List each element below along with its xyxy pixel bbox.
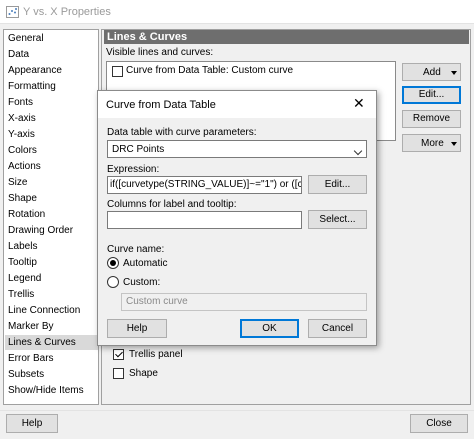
visible-lines-label: Visible lines and curves: — [106, 47, 214, 58]
chevron-down-icon — [353, 146, 363, 156]
footer-divider — [0, 410, 474, 411]
add-button[interactable]: Add — [402, 63, 461, 81]
nav-item-actions[interactable]: Actions — [8, 159, 98, 174]
custom-name-field[interactable]: Custom curve — [121, 293, 367, 311]
data-table-value: DRC Points — [112, 144, 165, 155]
nav-item-formatting[interactable]: Formatting — [8, 79, 98, 94]
shape-checkbox[interactable] — [113, 368, 124, 379]
dialog-title: Curve from Data Table — [106, 99, 216, 111]
data-table-label: Data table with curve parameters: — [107, 127, 257, 138]
nav-item-colors[interactable]: Colors — [8, 143, 98, 158]
close-button[interactable]: Close — [410, 414, 468, 433]
chevron-down-icon — [451, 71, 457, 75]
window-title: Y vs. X Properties — [23, 6, 111, 18]
more-button-label: More — [421, 138, 444, 149]
help-button[interactable]: Help — [6, 414, 58, 433]
automatic-radio[interactable] — [107, 257, 119, 269]
nav-item-show-hide-items[interactable]: Show/Hide Items — [8, 383, 98, 398]
cancel-button[interactable]: Cancel — [308, 319, 367, 338]
nav-item-x-axis[interactable]: X-axis — [8, 111, 98, 126]
columns-label: Columns for label and tooltip: — [107, 199, 237, 210]
expression-label: Expression: — [107, 164, 160, 175]
nav-item-drawing-order[interactable]: Drawing Order — [8, 223, 98, 238]
nav-item-appearance[interactable]: Appearance — [8, 63, 98, 78]
expression-field[interactable]: if([curvetype(STRING_VALUE)]~="1") or ([… — [107, 176, 302, 194]
curve-visible-checkbox[interactable] — [112, 66, 123, 77]
nav-item-lines-curves[interactable]: Lines & Curves — [5, 335, 98, 350]
automatic-label: Automatic — [123, 258, 168, 269]
section-header: Lines & Curves — [104, 30, 469, 44]
data-table-select[interactable]: DRC Points — [107, 140, 367, 158]
remove-button[interactable]: Remove — [402, 110, 461, 128]
curve-name-label: Curve name: — [107, 244, 165, 255]
trellis-panel-checkbox[interactable] — [113, 349, 124, 360]
window-titlebar: Y vs. X Properties — [0, 0, 474, 24]
nav-item-shape[interactable]: Shape — [8, 191, 98, 206]
nav-item-rotation[interactable]: Rotation — [8, 207, 98, 222]
nav-item-tooltip[interactable]: Tooltip — [8, 255, 98, 270]
columns-field[interactable] — [107, 211, 302, 229]
nav-item-data[interactable]: Data — [8, 47, 98, 62]
scatter-plot-icon — [6, 6, 19, 18]
dialog-titlebar: Curve from Data Table ✕ — [98, 91, 376, 118]
properties-nav: General Data Appearance Formatting Fonts… — [3, 29, 99, 405]
close-icon[interactable]: ✕ — [353, 96, 365, 110]
custom-radio[interactable] — [107, 276, 119, 288]
nav-item-marker-by[interactable]: Marker By — [8, 319, 98, 334]
select-columns-button[interactable]: Select... — [308, 210, 367, 229]
nav-item-trellis[interactable]: Trellis — [8, 287, 98, 302]
nav-item-fonts[interactable]: Fonts — [8, 95, 98, 110]
nav-item-y-axis[interactable]: Y-axis — [8, 127, 98, 142]
trellis-panel-label: Trellis panel — [129, 349, 183, 360]
nav-item-legend[interactable]: Legend — [8, 271, 98, 286]
shape-label: Shape — [129, 368, 158, 379]
more-button[interactable]: More — [402, 134, 461, 152]
add-button-label: Add — [423, 67, 441, 78]
nav-item-size[interactable]: Size — [8, 175, 98, 190]
nav-item-error-bars[interactable]: Error Bars — [8, 351, 98, 366]
chevron-down-icon — [451, 142, 457, 146]
curve-from-data-table-dialog: Curve from Data Table ✕ Data table with … — [97, 90, 377, 346]
edit-button[interactable]: Edit... — [402, 86, 461, 104]
nav-item-subsets[interactable]: Subsets — [8, 367, 98, 382]
ok-button[interactable]: OK — [240, 319, 299, 338]
custom-label: Custom: — [123, 277, 161, 288]
expression-edit-button[interactable]: Edit... — [308, 175, 367, 194]
curve-list-item-label[interactable]: Curve from Data Table: Custom curve — [126, 65, 293, 76]
dialog-help-button[interactable]: Help — [107, 319, 167, 338]
nav-item-labels[interactable]: Labels — [8, 239, 98, 254]
nav-item-line-connection[interactable]: Line Connection — [8, 303, 98, 318]
nav-item-general[interactable]: General — [8, 31, 98, 46]
